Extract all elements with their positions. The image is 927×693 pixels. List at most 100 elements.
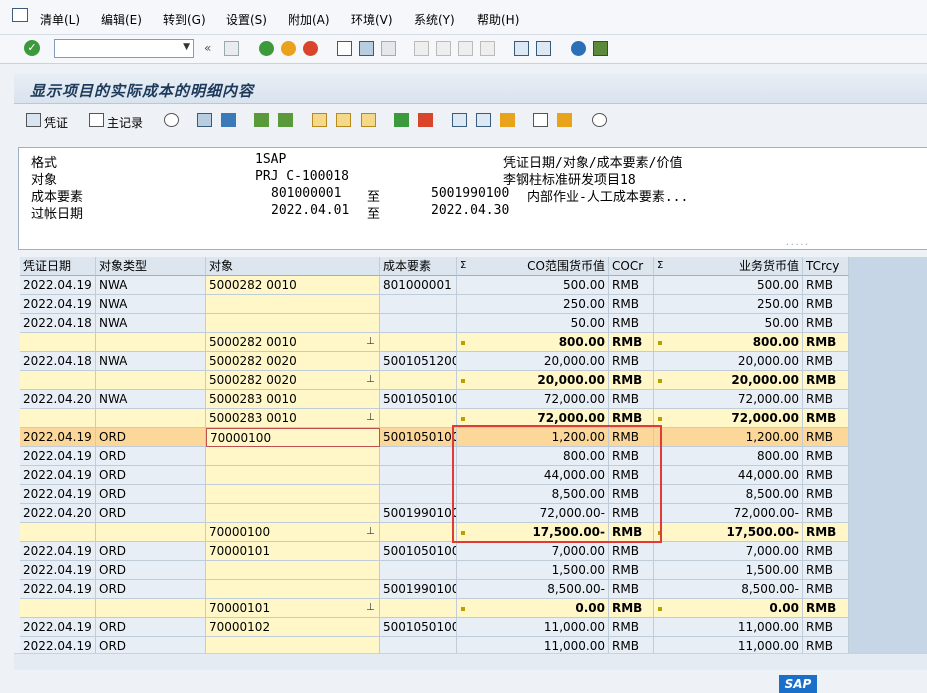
doc-date-cell[interactable]: 2022.04.19	[20, 428, 96, 447]
collapse-icon[interactable]: «	[204, 41, 211, 55]
column-header-object-type[interactable]: 对象类型	[96, 257, 206, 276]
doc-date-cell[interactable]: 2022.04.19	[20, 447, 96, 466]
co-currency-cell[interactable]: RMB	[609, 333, 654, 352]
tx-value-cell[interactable]: 72,000.00	[654, 409, 803, 428]
object-type-cell[interactable]: ORD	[96, 618, 206, 637]
doc-date-cell[interactable]: 2022.04.19	[20, 276, 96, 295]
object-type-cell[interactable]	[96, 409, 206, 428]
co-currency-cell[interactable]: RMB	[609, 580, 654, 599]
cost-element-cell[interactable]	[380, 314, 457, 333]
tx-value-cell[interactable]: 800.00	[654, 333, 803, 352]
object-cell[interactable]	[206, 466, 380, 485]
co-value-cell[interactable]: 800.00	[457, 333, 609, 352]
enter-icon[interactable]: ✓	[24, 40, 40, 56]
tx-value-cell[interactable]: 1,500.00	[654, 561, 803, 580]
send-icon[interactable]	[500, 113, 515, 127]
co-value-cell[interactable]: 0.00	[457, 599, 609, 618]
object-type-cell[interactable]: NWA	[96, 295, 206, 314]
details-icon[interactable]	[164, 113, 179, 127]
tx-value-cell[interactable]: 250.00	[654, 295, 803, 314]
sum-icon[interactable]	[394, 113, 409, 127]
object-cell[interactable]: 70000100	[206, 523, 380, 542]
cost-element-cell[interactable]	[380, 561, 457, 580]
find-icon[interactable]	[197, 113, 212, 127]
shortcut-icon[interactable]	[536, 41, 551, 56]
co-currency-cell[interactable]: RMB	[609, 371, 654, 390]
doc-date-cell[interactable]: 2022.04.19	[20, 542, 96, 561]
object-cell[interactable]: 5000282 0010	[206, 333, 380, 352]
object-type-cell[interactable]	[96, 599, 206, 618]
object-cell[interactable]: 5000283 0010	[206, 390, 380, 409]
tx-value-cell[interactable]: 7,000.00	[654, 542, 803, 561]
subtotal-row[interactable]: 5000282 0020 ⊥ 20,000.00 RMB 20,000.00 RMB	[20, 371, 849, 390]
cost-element-cell[interactable]: 5001050100	[380, 542, 457, 561]
co-value-cell[interactable]: 20,000.00	[457, 352, 609, 371]
table-row[interactable]: 2022.04.19 NWA 5000282 0010 801000001 500.00…	[20, 276, 849, 295]
layout-menu-icon[interactable]	[593, 41, 608, 56]
table-row[interactable]: 2022.04.19 ORD 5001990100 8,500.00- RMB 8,500…	[20, 580, 849, 599]
column-header-co-value[interactable]: Σ CO范围货币值	[457, 257, 609, 276]
co-currency-cell[interactable]: RMB	[609, 542, 654, 561]
co-value-cell[interactable]: 250.00	[457, 295, 609, 314]
cost-element-cell[interactable]	[380, 466, 457, 485]
object-cell[interactable]	[206, 295, 380, 314]
menu-settings[interactable]: 设置(S)	[226, 11, 267, 28]
voucher-button[interactable]: 凭证	[44, 114, 68, 131]
menu-list[interactable]: 清单(L)	[40, 11, 80, 28]
co-currency-cell[interactable]: RMB	[609, 390, 654, 409]
cost-element-cell[interactable]	[380, 295, 457, 314]
menu-edit[interactable]: 编辑(E)	[101, 11, 142, 28]
master-record-button[interactable]: 主记录	[107, 114, 143, 131]
table-row[interactable]: 2022.04.19 ORD 70000101 5001050100 7,000.00 R…	[20, 542, 849, 561]
co-currency-cell[interactable]: RMB	[609, 352, 654, 371]
cost-element-cell[interactable]	[380, 485, 457, 504]
co-value-cell[interactable]: 11,000.00	[457, 637, 609, 653]
co-value-cell[interactable]: 50.00	[457, 314, 609, 333]
cost-element-cell[interactable]	[380, 637, 457, 653]
cost-element-cell[interactable]	[380, 599, 457, 618]
choose-layout-icon[interactable]	[336, 113, 351, 127]
object-type-cell[interactable]: ORD	[96, 637, 206, 653]
doc-date-cell[interactable]: 2022.04.18	[20, 314, 96, 333]
next-page-icon[interactable]	[458, 41, 473, 56]
doc-date-cell[interactable]	[20, 523, 96, 542]
tx-value-cell[interactable]: 17,500.00-	[654, 523, 803, 542]
co-currency-cell[interactable]: RMB	[609, 637, 654, 653]
tx-currency-cell[interactable]: RMB	[803, 352, 849, 371]
chevron-down-icon[interactable]: ▼	[183, 42, 190, 52]
column-header-doc-date[interactable]: 凭证日期	[20, 257, 96, 276]
last-page-icon[interactable]	[480, 41, 495, 56]
tx-currency-cell[interactable]: RMB	[803, 504, 849, 523]
tx-value-cell[interactable]: 500.00	[654, 276, 803, 295]
object-type-cell[interactable]: NWA	[96, 390, 206, 409]
object-type-cell[interactable]	[96, 333, 206, 352]
filter-icon[interactable]	[221, 113, 236, 127]
help-icon[interactable]	[571, 41, 586, 56]
cost-element-cell[interactable]: 5001050100	[380, 390, 457, 409]
co-value-cell[interactable]: 1,500.00	[457, 561, 609, 580]
tx-value-cell[interactable]: 20,000.00	[654, 352, 803, 371]
subtotal-row[interactable]: 70000100 ⊥ 17,500.00- RMB 17,500.00- RMB	[20, 523, 849, 542]
doc-date-cell[interactable]: 2022.04.19	[20, 561, 96, 580]
table-row[interactable]: 2022.04.19 ORD 1,500.00 RMB 1,500.00 RMB	[20, 561, 849, 580]
tx-value-cell[interactable]: 11,000.00	[654, 637, 803, 653]
co-value-cell[interactable]: 20,000.00	[457, 371, 609, 390]
doc-date-cell[interactable]	[20, 333, 96, 352]
tx-currency-cell[interactable]: RMB	[803, 637, 849, 653]
table-row[interactable]: 2022.04.20 ORD 5001990100 72,000.00- RMB 72,0…	[20, 504, 849, 523]
tx-currency-cell[interactable]: RMB	[803, 523, 849, 542]
object-cell[interactable]: 5000282 0010	[206, 276, 380, 295]
object-type-cell[interactable]: NWA	[96, 314, 206, 333]
tx-currency-cell[interactable]: RMB	[803, 276, 849, 295]
object-cell[interactable]: 5000282 0020	[206, 371, 380, 390]
object-cell[interactable]	[206, 504, 380, 523]
tx-currency-cell[interactable]: RMB	[803, 561, 849, 580]
co-currency-cell[interactable]: RMB	[609, 618, 654, 637]
doc-date-cell[interactable]: 2022.04.19	[20, 466, 96, 485]
tx-value-cell[interactable]: 1,200.00	[654, 428, 803, 447]
tx-value-cell[interactable]: 72,000.00-	[654, 504, 803, 523]
master-record-icon[interactable]	[89, 113, 104, 127]
exit-icon[interactable]	[281, 41, 296, 56]
tx-value-cell[interactable]: 8,500.00	[654, 485, 803, 504]
object-cell[interactable]	[206, 314, 380, 333]
